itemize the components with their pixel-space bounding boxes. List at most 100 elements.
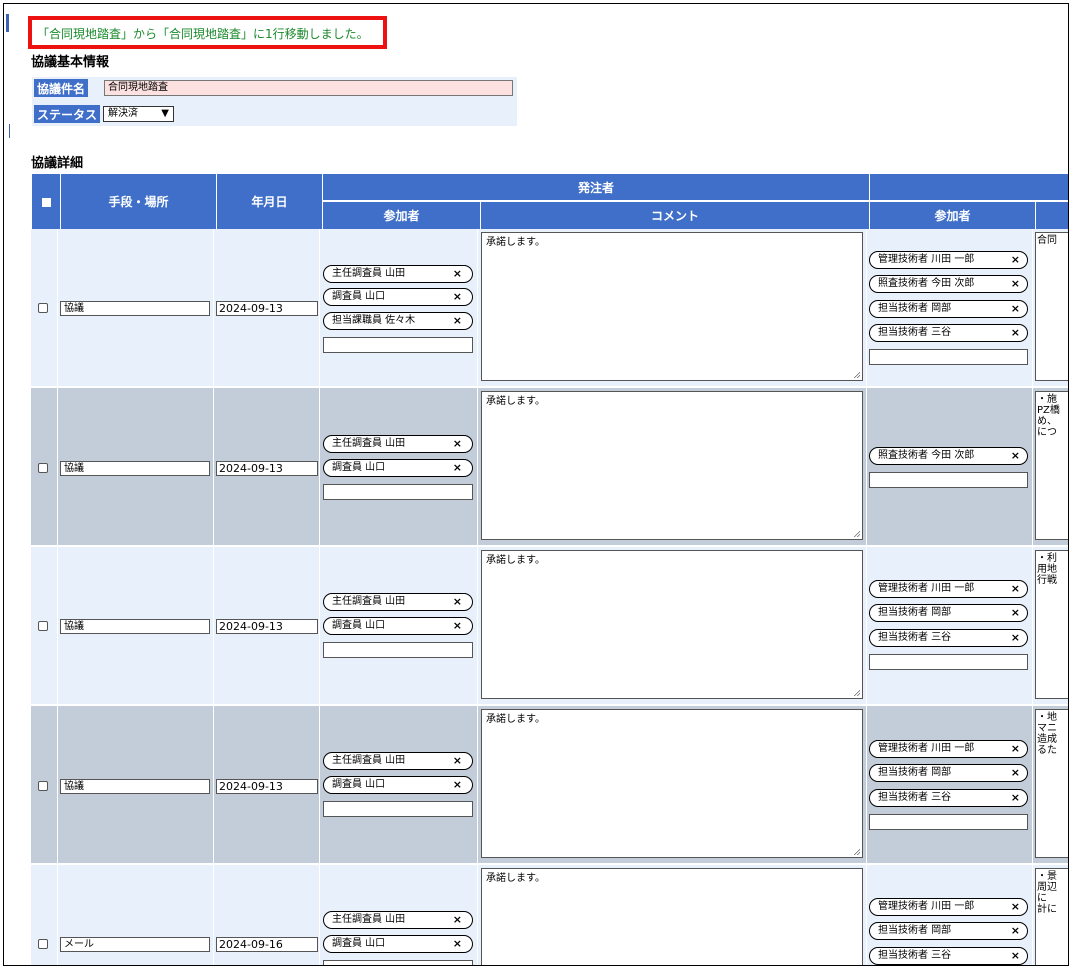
close-icon[interactable]: ×: [453, 777, 462, 792]
row-checkbox[interactable]: [38, 939, 48, 949]
participant-add-input[interactable]: [869, 349, 1028, 365]
date-input[interactable]: 2024-09-13: [216, 619, 318, 634]
close-icon[interactable]: ×: [1011, 948, 1020, 963]
resize-handle-icon[interactable]: [853, 371, 860, 378]
chevron-down-icon: ▼: [161, 108, 169, 119]
participant-tag: 担当課職員 佐々木 ×: [323, 312, 473, 330]
close-icon[interactable]: ×: [1011, 581, 1020, 596]
page-frame: 「合同現地踏査」から「合同現地踏査」に1行移動しました。 協議基本情報 協議件名…: [3, 3, 1069, 966]
close-icon[interactable]: ×: [1011, 741, 1020, 756]
close-icon[interactable]: ×: [453, 266, 462, 281]
participant-tag: 担当技術者 岡部 ×: [869, 604, 1028, 622]
mode-input[interactable]: 協議: [60, 461, 210, 476]
mode-input[interactable]: 協議: [60, 301, 210, 316]
comment-textarea[interactable]: 承諾します。: [481, 868, 863, 965]
close-icon[interactable]: ×: [1011, 448, 1020, 463]
close-icon[interactable]: ×: [1011, 605, 1020, 620]
close-icon[interactable]: ×: [453, 313, 462, 328]
participant-tag: 主任調査員 山田 ×: [323, 435, 473, 453]
close-icon[interactable]: ×: [1011, 630, 1020, 645]
participant-tag: 担当技術者 三谷 ×: [869, 789, 1028, 807]
close-icon[interactable]: ×: [1011, 899, 1020, 914]
comment-textarea[interactable]: 承諾します。: [481, 391, 863, 540]
close-icon[interactable]: ×: [453, 289, 462, 304]
select-all-checkbox[interactable]: [42, 198, 51, 207]
flash-message: 「合同現地踏査」から「合同現地踏査」に1行移動しました。: [37, 27, 369, 41]
participant-tag: 担当技術者 岡部 ×: [869, 300, 1028, 318]
participant-tag: 調査員 山口 ×: [323, 617, 473, 635]
close-icon[interactable]: ×: [1011, 301, 1020, 316]
comment-textarea[interactable]: 承諾します。: [481, 232, 863, 381]
participant-tag: 管理技術者 川田 一郎 ×: [869, 740, 1028, 758]
participant-tag: 調査員 山口 ×: [323, 459, 473, 477]
participant-add-input[interactable]: [323, 960, 473, 965]
participant-tag: 主任調査員 山田 ×: [323, 911, 473, 929]
table-row: 協議 2024-09-13 主任調査員 山田 × 調査員 山口 × 担当課職員 佐々…: [31, 229, 1068, 388]
participant-tag: 主任調査員 山田 ×: [323, 593, 473, 611]
basic-info-title: 協議基本情報: [31, 55, 110, 70]
participant-add-input[interactable]: [323, 484, 473, 500]
status-select[interactable]: 解決済 ▼: [103, 106, 174, 122]
mode-input[interactable]: 協議: [60, 779, 210, 794]
close-icon[interactable]: ×: [453, 912, 462, 927]
mode-input[interactable]: 協議: [60, 619, 210, 634]
close-icon[interactable]: ×: [453, 594, 462, 609]
participant-tag: 管理技術者 川田 一郎 ×: [869, 898, 1028, 916]
comment-textarea[interactable]: 承諾します。: [481, 709, 863, 858]
contractor-comment-textarea[interactable]: ・利 用地 行戦: [1035, 550, 1068, 699]
left-accent-bar: [6, 14, 9, 32]
row-checkbox[interactable]: [38, 621, 48, 631]
participant-add-input[interactable]: [323, 642, 473, 658]
comment-textarea[interactable]: 承諾します。: [481, 550, 863, 699]
participant-tag: 照査技術者 今田 次郎 ×: [869, 275, 1028, 293]
date-input[interactable]: 2024-09-13: [216, 779, 318, 794]
resize-handle-icon[interactable]: [853, 689, 860, 696]
row-checkbox[interactable]: [38, 463, 48, 473]
header-participants: 参加者: [323, 202, 481, 229]
resize-handle-icon[interactable]: [853, 530, 860, 537]
participant-tag: 担当技術者 三谷 ×: [869, 947, 1028, 965]
date-input[interactable]: 2024-09-13: [216, 301, 318, 316]
close-icon[interactable]: ×: [453, 753, 462, 768]
close-icon[interactable]: ×: [1011, 923, 1020, 938]
date-input[interactable]: 2024-09-16: [216, 937, 318, 952]
close-icon[interactable]: ×: [1011, 790, 1020, 805]
close-icon[interactable]: ×: [1011, 276, 1020, 291]
participant-tag: 担当技術者 三谷 ×: [869, 629, 1028, 647]
row-checkbox[interactable]: [38, 781, 48, 791]
close-icon[interactable]: ×: [1011, 325, 1020, 340]
contractor-comment-textarea[interactable]: ・施 PZ橋 め、 につ: [1035, 391, 1068, 540]
participant-add-input[interactable]: [323, 801, 473, 817]
close-icon[interactable]: ×: [453, 436, 462, 451]
close-icon[interactable]: ×: [1011, 252, 1020, 267]
participant-tag: 担当技術者 岡部 ×: [869, 922, 1028, 940]
table-row: 協議 2024-09-13 主任調査員 山田 × 調査員 山口 × 承諾します。 管…: [31, 706, 1068, 865]
subject-input[interactable]: 合同現地踏査: [104, 80, 513, 96]
close-icon[interactable]: ×: [453, 618, 462, 633]
status-selected-value: 解決済: [108, 108, 138, 119]
status-label: ステータス: [34, 105, 101, 123]
header-mode: 手段・場所: [61, 174, 217, 229]
resize-handle-icon[interactable]: [853, 848, 860, 855]
participant-tag: 担当技術者 三谷 ×: [869, 324, 1028, 342]
contractor-comment-textarea[interactable]: ・景 周辺 に 計に: [1035, 868, 1068, 965]
close-icon[interactable]: ×: [453, 460, 462, 475]
header-comment-2: [1036, 202, 1068, 229]
participant-tag: 調査員 山口 ×: [323, 776, 473, 794]
contractor-comment-textarea[interactable]: 合同: [1035, 232, 1068, 381]
participant-tag: 調査員 山口 ×: [323, 288, 473, 306]
mode-input[interactable]: メール: [60, 937, 210, 952]
participant-add-input[interactable]: [323, 337, 473, 353]
participant-add-input[interactable]: [869, 472, 1028, 488]
participant-add-input[interactable]: [869, 654, 1028, 670]
participant-tag: 調査員 山口 ×: [323, 935, 473, 953]
close-icon[interactable]: ×: [453, 936, 462, 951]
close-icon[interactable]: ×: [1011, 765, 1020, 780]
participant-add-input[interactable]: [869, 814, 1028, 830]
date-input[interactable]: 2024-09-13: [216, 461, 318, 476]
row-checkbox[interactable]: [38, 303, 48, 313]
contractor-comment-textarea[interactable]: ・地 マニ 造成 るた: [1035, 709, 1068, 858]
detail-title: 協議詳細: [31, 156, 84, 171]
table-row: メール 2024-09-16 主任調査員 山田 × 調査員 山口 × 承諾します。 …: [31, 865, 1068, 965]
participant-tag: 管理技術者 川田 一郎 ×: [869, 580, 1028, 598]
